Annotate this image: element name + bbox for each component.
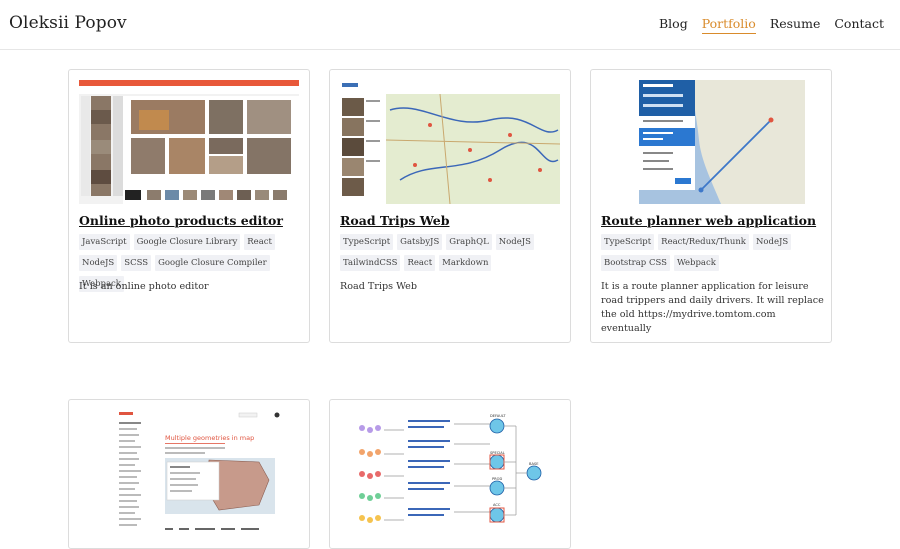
project-card: Online photo products editor JavaScript … — [68, 69, 310, 343]
tag: NodeJS — [495, 234, 534, 250]
project-thumbnail[interactable]: DEFAULT SPECIAL PROD ACC BASE — [340, 410, 560, 534]
project-thumbnail[interactable] — [601, 80, 821, 204]
site-header: Oleksii Popov Blog Portfolio Resume Cont… — [0, 0, 900, 50]
project-card: DEFAULT SPECIAL PROD ACC BASE — [329, 399, 571, 549]
tag: React — [404, 255, 436, 271]
thumb-heading: Multiple geometries in map — [165, 434, 254, 442]
tag-list: TypeScript React/Redux/Thunk NodeJS Boot… — [601, 234, 825, 271]
tag: Webpack — [673, 255, 719, 271]
project-card: Multiple geometries in map — [68, 399, 310, 549]
project-title[interactable]: Route planner web application — [601, 213, 825, 228]
tag: Bootstrap CSS — [601, 255, 670, 271]
project-card: Road Trips Web TypeScript GatsbyJS Graph… — [329, 69, 571, 343]
tag-list: TypeScript GatsbyJS GraphQL NodeJS Tailw… — [340, 234, 564, 271]
project-card: Route planner web application TypeScript… — [590, 69, 832, 343]
nav-resume[interactable]: Resume — [770, 16, 821, 34]
site-title[interactable]: Oleksii Popov — [9, 13, 127, 33]
tag: SCSS — [121, 255, 152, 271]
project-description: It is a route planner application for le… — [601, 281, 824, 334]
tag: Google Closure Library — [133, 234, 241, 250]
project-thumbnail[interactable] — [79, 80, 299, 204]
project-thumbnail[interactable] — [340, 80, 560, 204]
tag: JavaScript — [79, 234, 130, 250]
node-label: SPECIAL — [490, 451, 505, 455]
tag: React/Redux/Thunk — [658, 234, 749, 250]
project-thumbnail[interactable]: Multiple geometries in map — [79, 410, 299, 534]
node-label: PROD — [492, 477, 502, 481]
tag: TypeScript — [340, 234, 394, 250]
tag: Google Closure Compiler — [155, 255, 270, 271]
nav-blog[interactable]: Blog — [659, 16, 688, 34]
node-label: BASE — [529, 462, 539, 466]
tag: GatsbyJS — [397, 234, 443, 250]
project-title[interactable]: Road Trips Web — [340, 213, 564, 228]
node-label: DEFAULT — [490, 414, 506, 418]
nav-portfolio[interactable]: Portfolio — [701, 16, 756, 34]
project-title[interactable]: Online photo products editor — [79, 213, 303, 228]
node-label: ACC — [493, 503, 501, 507]
nav-contact[interactable]: Contact — [834, 16, 884, 34]
tag: NodeJS — [752, 234, 792, 250]
tag: NodeJS — [79, 255, 118, 271]
main-nav: Blog Portfolio Resume Contact — [659, 16, 884, 34]
tag: TypeScript — [601, 234, 655, 250]
tag: GraphQL — [446, 234, 492, 250]
tag: React — [244, 234, 275, 250]
tag: Markdown — [439, 255, 492, 271]
tag: TailwindCSS — [340, 255, 401, 271]
project-description: Road Trips Web — [340, 281, 417, 292]
project-description: It is an online photo editor — [79, 281, 209, 292]
